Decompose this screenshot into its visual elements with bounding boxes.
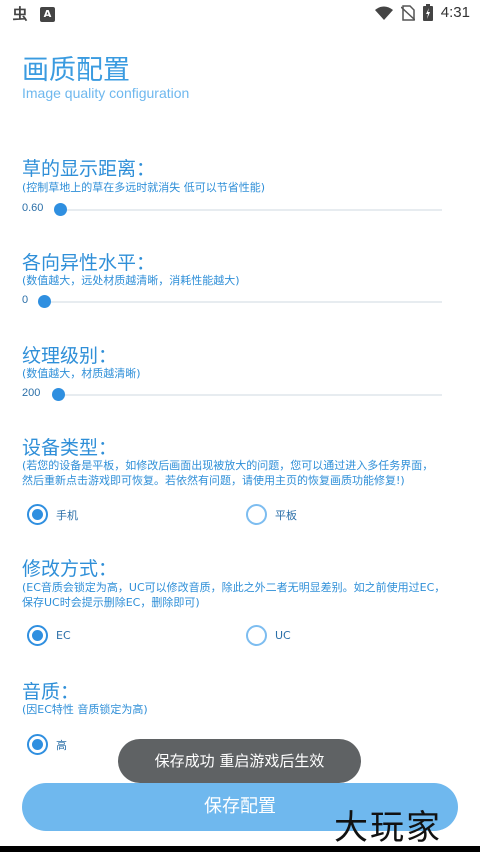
device-type-radio-group: 手机 平板 [22,504,462,528]
navigation-bar [0,846,480,852]
grass-distance-desc: (控制草地上的草在多远时就消失 低可以节省性能) [22,181,266,194]
modify-mode-desc-1: (EC音质会锁定为高，UC可以修改音质，除此之外二者无明显差别。如之前使用过EC… [22,581,446,594]
radio-high[interactable]: 高 [27,734,67,755]
radio-checked-icon[interactable] [27,504,48,525]
slider-thumb[interactable] [38,295,51,308]
device-type-title: 设备类型： [22,437,118,459]
app-notification-icon: 虫 [12,5,28,23]
grass-distance-slider[interactable]: 0.60 [22,200,442,220]
radio-phone[interactable]: 手机 [27,504,78,525]
texture-level-title: 纹理级别： [22,345,118,367]
audio-quality-title: 音质： [22,681,80,703]
grass-distance-value: 0.60 [22,202,44,214]
radio-tablet[interactable]: 平板 [246,504,297,525]
audio-quality-desc: (因EC特性 音质锁定为高) [22,703,148,716]
page-subtitle: Image quality configuration [22,85,190,101]
device-type-desc-2: 然后重新点击游戏即可恢复。若依然有问题，请使用主页的恢复画质功能修复!) [22,474,405,487]
watermark-logo: 大玩家 [334,808,442,848]
page-title: 画质配置 [22,55,130,86]
no-sim-icon [400,4,415,21]
anisotropy-title: 各向异性水平： [22,252,156,274]
slider-track[interactable] [60,209,442,211]
battery-charging-icon [422,4,433,21]
wifi-icon [374,6,393,20]
slider-thumb[interactable] [52,388,65,401]
slider-track[interactable] [42,301,442,303]
modify-mode-desc-2: 保存UC时会提示删除EC，删除即可) [22,596,200,609]
texture-level-slider[interactable]: 200 [22,385,442,405]
radio-high-label: 高 [56,738,67,752]
anisotropy-value: 0 [22,294,29,306]
texture-level-value: 200 [22,387,41,399]
radio-tablet-label: 平板 [275,508,297,522]
modify-mode-title: 修改方式： [22,558,118,580]
texture-level-desc: (数值越大，材质越清晰) [22,367,141,380]
radio-checked-icon[interactable] [27,734,48,755]
radio-uc-label: UC [275,629,291,642]
clock: 4:31 [440,4,470,21]
slider-thumb[interactable] [54,203,67,216]
radio-unchecked-icon[interactable] [246,625,267,646]
grass-distance-title: 草的显示距离： [22,158,156,180]
radio-ec[interactable]: EC [27,625,71,646]
anisotropy-slider[interactable]: 0 [22,292,442,312]
radio-phone-label: 手机 [56,508,78,522]
modify-mode-radio-group: EC UC [22,625,462,649]
radio-uc[interactable]: UC [246,625,291,646]
a-notification-icon: A [40,6,55,22]
device-type-desc-1: (若您的设备是平板，如修改后画面出现被放大的问题，您可以通过进入多任务界面， [22,459,434,472]
anisotropy-desc: (数值越大，远处材质越清晰，消耗性能越大) [22,274,240,287]
radio-unchecked-icon[interactable] [246,504,267,525]
radio-checked-icon[interactable] [27,625,48,646]
status-bar: 虫 A 4:31 [0,0,480,28]
radio-ec-label: EC [56,629,71,642]
slider-track[interactable] [56,394,442,396]
toast-message: 保存成功 重启游戏后生效 [118,739,361,783]
